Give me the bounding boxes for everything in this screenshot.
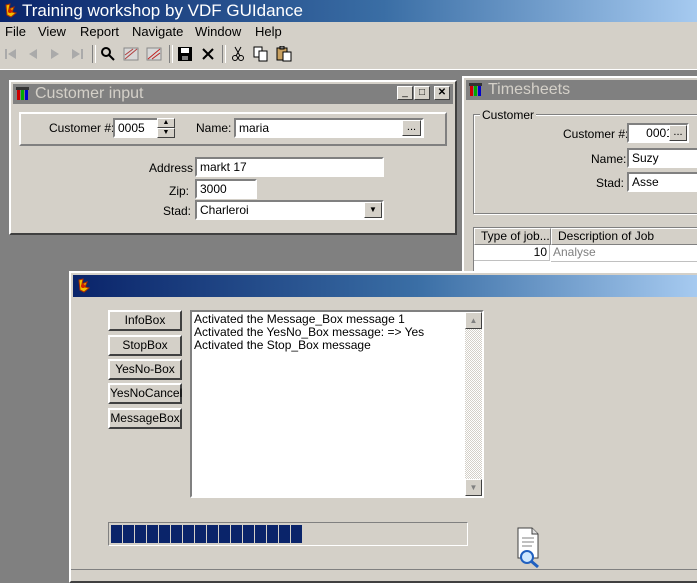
progress-segment bbox=[219, 525, 230, 543]
progress-segment bbox=[123, 525, 134, 543]
message-window-title-bar[interactable] bbox=[73, 275, 697, 297]
previous-record-icon[interactable] bbox=[24, 45, 42, 63]
status-divider bbox=[71, 569, 697, 570]
stad-label: Stad: bbox=[163, 204, 192, 218]
name-lookup-button[interactable]: ... bbox=[402, 120, 421, 136]
message-log-list[interactable]: Activated the Message_Box message 1 Activ… bbox=[190, 310, 484, 498]
progress-segment bbox=[231, 525, 242, 543]
timesheets-window-title: Timesheets bbox=[488, 81, 571, 98]
vdf-app-icon bbox=[5, 3, 18, 18]
timesheets-window: Timesheets Customer Customer #: 0001 ...… bbox=[462, 76, 697, 289]
customer-no-field[interactable]: 0005 bbox=[113, 118, 159, 138]
customer-window-title: Customer input bbox=[35, 85, 144, 102]
menu-help[interactable]: Help bbox=[255, 24, 282, 39]
grid-header-description[interactable]: Description of Job bbox=[551, 228, 697, 245]
progress-segment bbox=[255, 525, 266, 543]
toolbar-separator bbox=[222, 45, 226, 63]
menu-view[interactable]: View bbox=[38, 24, 66, 39]
paste-icon[interactable] bbox=[275, 45, 293, 63]
ts-stad-field[interactable]: Asse bbox=[627, 172, 697, 192]
first-record-icon[interactable] bbox=[2, 45, 20, 63]
grid-cell-type[interactable]: 10 bbox=[474, 245, 550, 261]
last-record-icon[interactable] bbox=[68, 45, 86, 63]
stad-dropdown-arrow-icon[interactable]: ▼ bbox=[364, 202, 382, 218]
zip-field[interactable]: 3000 bbox=[195, 179, 257, 199]
delete-icon[interactable] bbox=[199, 45, 217, 63]
ts-stad-label: Stad: bbox=[596, 176, 625, 190]
infobox-button[interactable]: InfoBox bbox=[108, 310, 182, 331]
menu-file[interactable]: File bbox=[5, 24, 26, 39]
ts-customer-lookup-button[interactable]: ... bbox=[669, 125, 687, 141]
menu-navigate[interactable]: Navigate bbox=[132, 24, 183, 39]
progress-segment bbox=[171, 525, 182, 543]
progress-segment bbox=[159, 525, 170, 543]
find-icon[interactable] bbox=[99, 45, 117, 63]
progress-segment bbox=[147, 525, 158, 543]
document-search-icon bbox=[514, 526, 544, 570]
address-field[interactable]: markt 17 bbox=[195, 157, 384, 177]
customer-window-title-bar[interactable]: Customer input _ □ ✕ bbox=[13, 84, 453, 104]
toolbar-separator bbox=[169, 45, 173, 63]
save-icon[interactable] bbox=[176, 45, 194, 63]
close-button[interactable]: ✕ bbox=[434, 86, 450, 100]
progress-segment bbox=[111, 525, 122, 543]
next-record-icon[interactable] bbox=[46, 45, 64, 63]
name-field[interactable]: maria bbox=[234, 118, 424, 138]
prompt-list-icon[interactable] bbox=[122, 45, 140, 63]
address-label: Address bbox=[149, 161, 194, 175]
menu-report[interactable]: Report bbox=[80, 24, 119, 39]
toolbar bbox=[0, 41, 697, 70]
zoom-icon[interactable] bbox=[145, 45, 163, 63]
progress-segment bbox=[207, 525, 218, 543]
log-line[interactable]: Activated the Stop_Box message bbox=[193, 339, 464, 352]
message-log-lines: Activated the Message_Box message 1 Activ… bbox=[193, 313, 464, 352]
progress-segment bbox=[279, 525, 290, 543]
spin-up-button[interactable]: ▲ bbox=[157, 118, 175, 128]
progress-segment bbox=[135, 525, 146, 543]
menu-bar: File View Report Navigate Window Help bbox=[0, 22, 697, 41]
ts-customer-no-label: Customer #: bbox=[563, 127, 629, 141]
customer-no-label: Customer #: bbox=[49, 121, 115, 135]
ts-name-label: Name: bbox=[591, 152, 627, 166]
progress-segment bbox=[183, 525, 194, 543]
progress-segment bbox=[267, 525, 278, 543]
progress-segment bbox=[291, 525, 302, 543]
scroll-down-arrow-icon[interactable]: ▼ bbox=[465, 479, 482, 496]
progress-bar bbox=[108, 522, 468, 546]
toolbar-separator bbox=[92, 45, 96, 63]
zip-label: Zip: bbox=[169, 184, 190, 198]
spin-down-button[interactable]: ▼ bbox=[157, 128, 175, 138]
stopbox-button[interactable]: StopBox bbox=[108, 335, 182, 356]
progress-segment bbox=[243, 525, 254, 543]
timesheets-window-title-bar[interactable]: Timesheets bbox=[466, 80, 697, 100]
cut-icon[interactable] bbox=[229, 45, 247, 63]
maximize-button[interactable]: □ bbox=[414, 86, 430, 100]
scroll-up-arrow-icon[interactable]: ▲ bbox=[465, 312, 482, 329]
yesno-box-button[interactable]: YesNo-Box bbox=[108, 359, 182, 380]
grid-header-type[interactable]: Type of job... bbox=[474, 228, 551, 245]
yesnocancel-button[interactable]: YesNoCancel bbox=[108, 383, 182, 404]
grid-cell-description[interactable]: Analyse bbox=[551, 245, 697, 262]
progress-segment bbox=[195, 525, 206, 543]
menu-window[interactable]: Window bbox=[195, 24, 241, 39]
minimize-button[interactable]: _ bbox=[397, 86, 413, 100]
customer-input-window: Customer input _ □ ✕ Customer #: 0005 ▲ … bbox=[9, 80, 457, 235]
dataflex-window-icon bbox=[469, 83, 482, 96]
name-label: Name: bbox=[196, 121, 232, 135]
copy-icon[interactable] bbox=[252, 45, 270, 63]
ts-name-field[interactable]: Suzy bbox=[627, 148, 697, 168]
log-scrollbar[interactable]: ▲ ▼ bbox=[465, 312, 482, 496]
messagebox-button[interactable]: MessageBox bbox=[108, 408, 182, 429]
dataflex-window-icon bbox=[16, 87, 29, 100]
app-title: Training workshop by VDF GUIdance bbox=[22, 1, 303, 20]
app-title-bar[interactable]: Training workshop by VDF GUIdance bbox=[0, 0, 697, 22]
stad-combo[interactable]: Charleroi bbox=[195, 200, 384, 220]
vdf-app-icon bbox=[78, 278, 91, 293]
customer-group-label: Customer bbox=[480, 108, 537, 122]
